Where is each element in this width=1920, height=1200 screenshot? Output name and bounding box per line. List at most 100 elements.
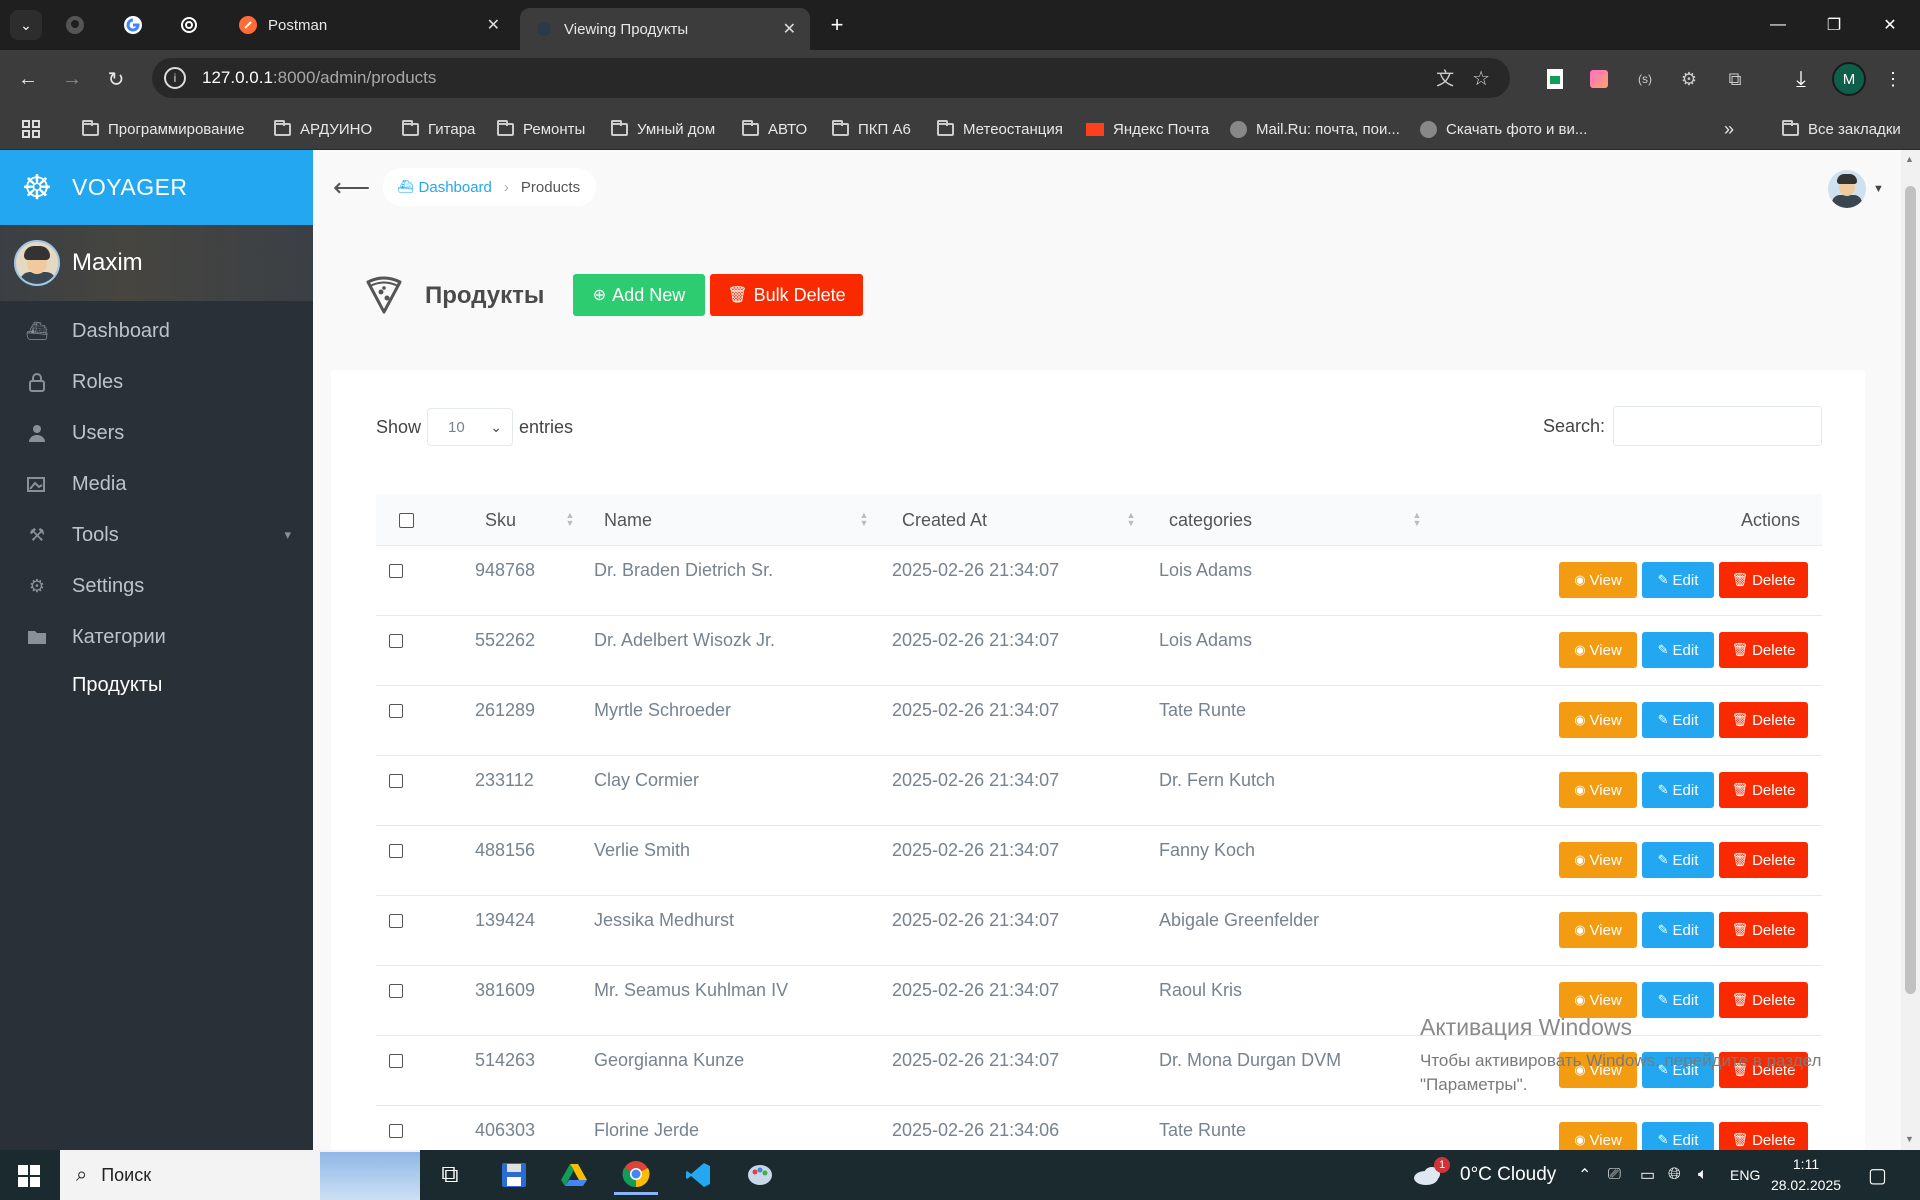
delete-button[interactable]: 🗑 Delete xyxy=(1719,912,1808,948)
delete-button[interactable]: 🗑 Delete xyxy=(1719,982,1808,1018)
back-button[interactable]: ← xyxy=(12,63,44,95)
delete-button[interactable]: 🗑 Delete xyxy=(1719,842,1808,878)
edit-button[interactable]: ✎ Edit xyxy=(1642,1122,1714,1150)
user-panel[interactable]: Maxim xyxy=(0,225,313,301)
sheets-extension-icon[interactable] xyxy=(1542,66,1568,92)
pinned-tab-chatgpt[interactable] xyxy=(166,8,212,42)
forward-button[interactable]: → xyxy=(56,63,88,95)
bookmark-folder[interactable]: Метеостанция xyxy=(937,108,1063,150)
show-hidden-icons-button[interactable]: ⌃ xyxy=(1578,1150,1591,1200)
sidebar-item-users[interactable]: Users xyxy=(0,408,313,458)
paint-app-icon[interactable] xyxy=(738,1155,782,1195)
add-new-button[interactable]: ⊕ Add New xyxy=(573,274,705,316)
address-bar[interactable]: i 127.0.0.1:8000/admin/products ⽂ ☆ xyxy=(152,58,1510,98)
sidebar-item-settings[interactable]: ⚙ Settings xyxy=(0,561,313,611)
edit-button[interactable]: ✎ Edit xyxy=(1642,562,1714,598)
network-globe-icon[interactable]: 🌐︎ xyxy=(1668,1150,1681,1200)
puzzle-icon[interactable]: ⧉ xyxy=(1722,66,1748,92)
minimize-button[interactable]: — xyxy=(1750,0,1806,50)
view-button[interactable]: ◉ View xyxy=(1559,1052,1637,1088)
tab-postman[interactable]: Postman ✕ xyxy=(224,8,514,42)
edit-button[interactable]: ✎ Edit xyxy=(1642,772,1714,808)
scrollbar-thumb[interactable] xyxy=(1905,186,1916,994)
tab-search-button[interactable]: ⌄ xyxy=(10,10,42,40)
bookmark-folder[interactable]: Умный дом xyxy=(611,108,715,150)
delete-button[interactable]: 🗑 Delete xyxy=(1719,562,1808,598)
profile-avatar[interactable]: M xyxy=(1832,62,1866,96)
row-checkbox[interactable] xyxy=(389,1124,403,1138)
row-checkbox[interactable] xyxy=(389,774,403,788)
avatar[interactable] xyxy=(1828,170,1866,208)
bookmark-folder[interactable]: Ремонты xyxy=(497,108,585,150)
bookmark-download-photo[interactable]: Скачать фото и ви... xyxy=(1420,108,1587,150)
page-scrollbar[interactable]: ▲ ▼ xyxy=(1901,150,1920,1150)
select-all-checkbox[interactable] xyxy=(399,494,414,546)
more-bookmarks-icon[interactable]: » xyxy=(1724,108,1734,150)
bookmark-yandex-mail[interactable]: Яндекс Почта xyxy=(1086,108,1209,150)
bookmark-folder[interactable]: ПКП А6 xyxy=(832,108,911,150)
sidebar-item-media[interactable]: Media xyxy=(0,459,313,509)
view-button[interactable]: ◉ View xyxy=(1559,702,1637,738)
edit-button[interactable]: ✎ Edit xyxy=(1642,702,1714,738)
notifications-icon[interactable]: ▢ xyxy=(1868,1150,1887,1200)
scroll-down-icon[interactable]: ▼ xyxy=(1905,1134,1914,1144)
column-header-sku[interactable]: Sku xyxy=(485,494,516,546)
site-info-icon[interactable]: i xyxy=(164,67,186,89)
restore-button[interactable]: ❐ xyxy=(1806,0,1862,50)
taskbar-clock[interactable]: 1:11 28.02.2025 xyxy=(1766,1154,1846,1196)
row-checkbox[interactable] xyxy=(389,634,403,648)
more-menu-icon[interactable]: ⋮ xyxy=(1880,66,1906,92)
caret-down-icon[interactable]: ▼ xyxy=(1873,183,1884,195)
drive-app-icon[interactable] xyxy=(552,1155,596,1195)
meet-now-icon[interactable]: ⎚ xyxy=(1608,1150,1621,1200)
save-app-icon[interactable] xyxy=(492,1155,536,1195)
vscode-app-icon[interactable] xyxy=(676,1155,720,1195)
pinned-tab-github[interactable] xyxy=(52,8,98,42)
sort-icon[interactable]: ▲ ▼ xyxy=(1126,511,1136,528)
sort-icon[interactable]: ▲ ▼ xyxy=(859,511,869,528)
sidebar-item-roles[interactable]: Roles xyxy=(0,357,313,407)
sidebar-item-products[interactable]: Продукты xyxy=(0,660,313,710)
reload-button[interactable]: ↻ xyxy=(100,63,132,95)
translate-icon[interactable]: ⽂ xyxy=(1436,65,1454,91)
bookmark-folder[interactable]: АВТО xyxy=(742,108,807,150)
row-checkbox[interactable] xyxy=(389,914,403,928)
scroll-up-icon[interactable]: ▲ xyxy=(1905,154,1914,164)
row-checkbox[interactable] xyxy=(389,564,403,578)
sidebar-item-dashboard[interactable]: ⛴ Dashboard xyxy=(0,306,313,356)
arrow-left-icon[interactable]: ⟵ xyxy=(333,172,370,203)
view-button[interactable]: ◉ View xyxy=(1559,842,1637,878)
chrome-app-icon[interactable] xyxy=(614,1155,658,1195)
view-button[interactable]: ◉ View xyxy=(1559,982,1637,1018)
brand-link[interactable]: ☸ VOYAGER xyxy=(0,150,313,225)
bookmark-folder[interactable]: Гитара xyxy=(402,108,475,150)
view-button[interactable]: ◉ View xyxy=(1559,772,1637,808)
sidebar-item-categories[interactable]: Категории xyxy=(0,612,313,662)
language-indicator[interactable]: ENG xyxy=(1730,1150,1760,1200)
search-input[interactable] xyxy=(1613,406,1822,446)
volume-icon[interactable]: 🔈︎ xyxy=(1698,1150,1708,1200)
download-icon[interactable]: ⤓ xyxy=(1788,66,1814,92)
tab-viewing-products[interactable]: Viewing Продукты ✕ xyxy=(520,8,810,50)
windows-start-icon[interactable] xyxy=(18,1165,40,1187)
edit-button[interactable]: ✎ Edit xyxy=(1642,912,1714,948)
close-window-button[interactable]: ✕ xyxy=(1862,0,1918,50)
view-button[interactable]: ◉ View xyxy=(1559,1122,1637,1150)
row-checkbox[interactable] xyxy=(389,704,403,718)
view-button[interactable]: ◉ View xyxy=(1559,912,1637,948)
delete-button[interactable]: 🗑 Delete xyxy=(1719,1052,1808,1088)
delete-button[interactable]: 🗑 Delete xyxy=(1719,702,1808,738)
view-button[interactable]: ◉ View xyxy=(1559,632,1637,668)
delete-button[interactable]: 🗑 Delete xyxy=(1719,772,1808,808)
breadcrumb-dashboard-link[interactable]: Dashboard xyxy=(419,179,492,196)
apps-grid-icon[interactable] xyxy=(22,108,40,150)
all-bookmarks-folder[interactable]: Все закладки xyxy=(1782,108,1901,150)
sort-icon[interactable]: ▲ ▼ xyxy=(1412,511,1422,528)
bulk-delete-button[interactable]: 🗑 Bulk Delete xyxy=(710,274,863,316)
task-view-icon[interactable]: ⧉ xyxy=(428,1155,472,1195)
close-icon[interactable]: ✕ xyxy=(783,19,796,39)
bookmark-folder[interactable]: АРДУИНО xyxy=(274,108,372,150)
row-checkbox[interactable] xyxy=(389,844,403,858)
bookmark-mailru[interactable]: Mail.Ru: почта, пои... xyxy=(1230,108,1400,150)
delete-button[interactable]: 🗑 Delete xyxy=(1719,632,1808,668)
